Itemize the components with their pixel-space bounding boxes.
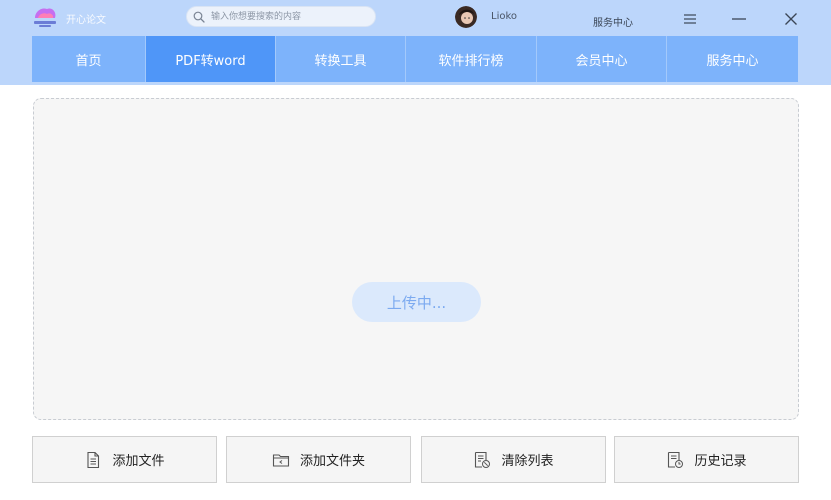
title-bar: 开心论文 Lioko 服务中心 [0,0,831,85]
add-folder-label: 添加文件夹 [299,454,365,469]
service-center-link[interactable]: 服务中心 [593,14,633,29]
close-icon [785,13,797,25]
minimize-icon [732,18,746,20]
tab-home[interactable]: 首页 [32,36,146,82]
add-folder-button[interactable]: 添加文件夹 [226,436,411,483]
tab-member-center[interactable]: 会员中心 [537,36,667,82]
add-file-button[interactable]: 添加文件 [32,436,217,483]
tab-convert-tools[interactable]: 转换工具 [276,36,406,82]
clear-list-label: 清除列表 [501,454,554,469]
main-nav: 首页 PDF转word 转换工具 软件排行榜 会员中心 服务中心 [32,36,798,82]
clear-list-icon [475,451,491,468]
app-window: 开心论文 Lioko 服务中心 [0,0,831,500]
file-drop-zone[interactable]: 上传中... [33,98,799,420]
history-button[interactable]: 历史记录 [614,436,799,483]
close-button[interactable] [780,8,802,30]
history-label: 历史记录 [694,454,747,469]
menu-button[interactable] [679,8,701,30]
hamburger-icon [684,14,696,24]
history-icon [668,451,684,468]
tab-pdf-to-word[interactable]: PDF转word [146,36,276,82]
tab-service-center[interactable]: 服务中心 [667,36,798,82]
search-icon [193,11,205,23]
upload-status: 上传中... [352,282,481,322]
add-file-label: 添加文件 [112,454,165,469]
search-box[interactable] [186,6,376,27]
username[interactable]: Lioko [491,11,517,22]
search-input[interactable] [211,7,371,26]
tab-software-ranking[interactable]: 软件排行榜 [406,36,537,82]
app-name: 开心论文 [66,15,106,26]
minimize-button[interactable] [728,8,750,30]
clear-list-button[interactable]: 清除列表 [421,436,606,483]
avatar-image [455,6,477,28]
logo-icon [34,8,56,27]
avatar[interactable] [455,6,477,28]
folder-icon [272,453,290,467]
file-icon [87,451,100,468]
